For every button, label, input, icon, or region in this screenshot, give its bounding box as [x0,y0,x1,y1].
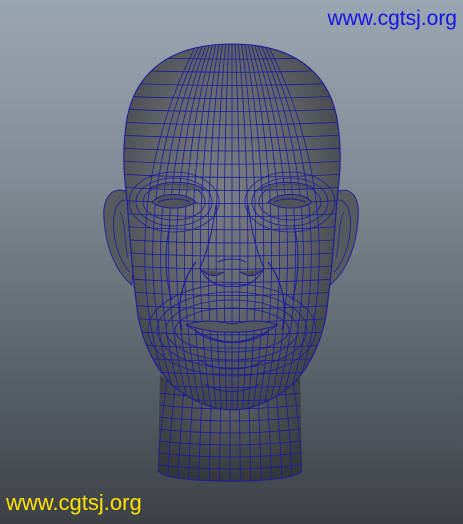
watermark-top: www.cgtsj.org [327,7,457,30]
head-mesh [123,43,341,411]
watermark-bottom: www.cgtsj.org [6,490,142,515]
viewport[interactable]: www.cgtsj.org www.cgtsj.org [0,0,463,524]
head-model [103,43,359,482]
